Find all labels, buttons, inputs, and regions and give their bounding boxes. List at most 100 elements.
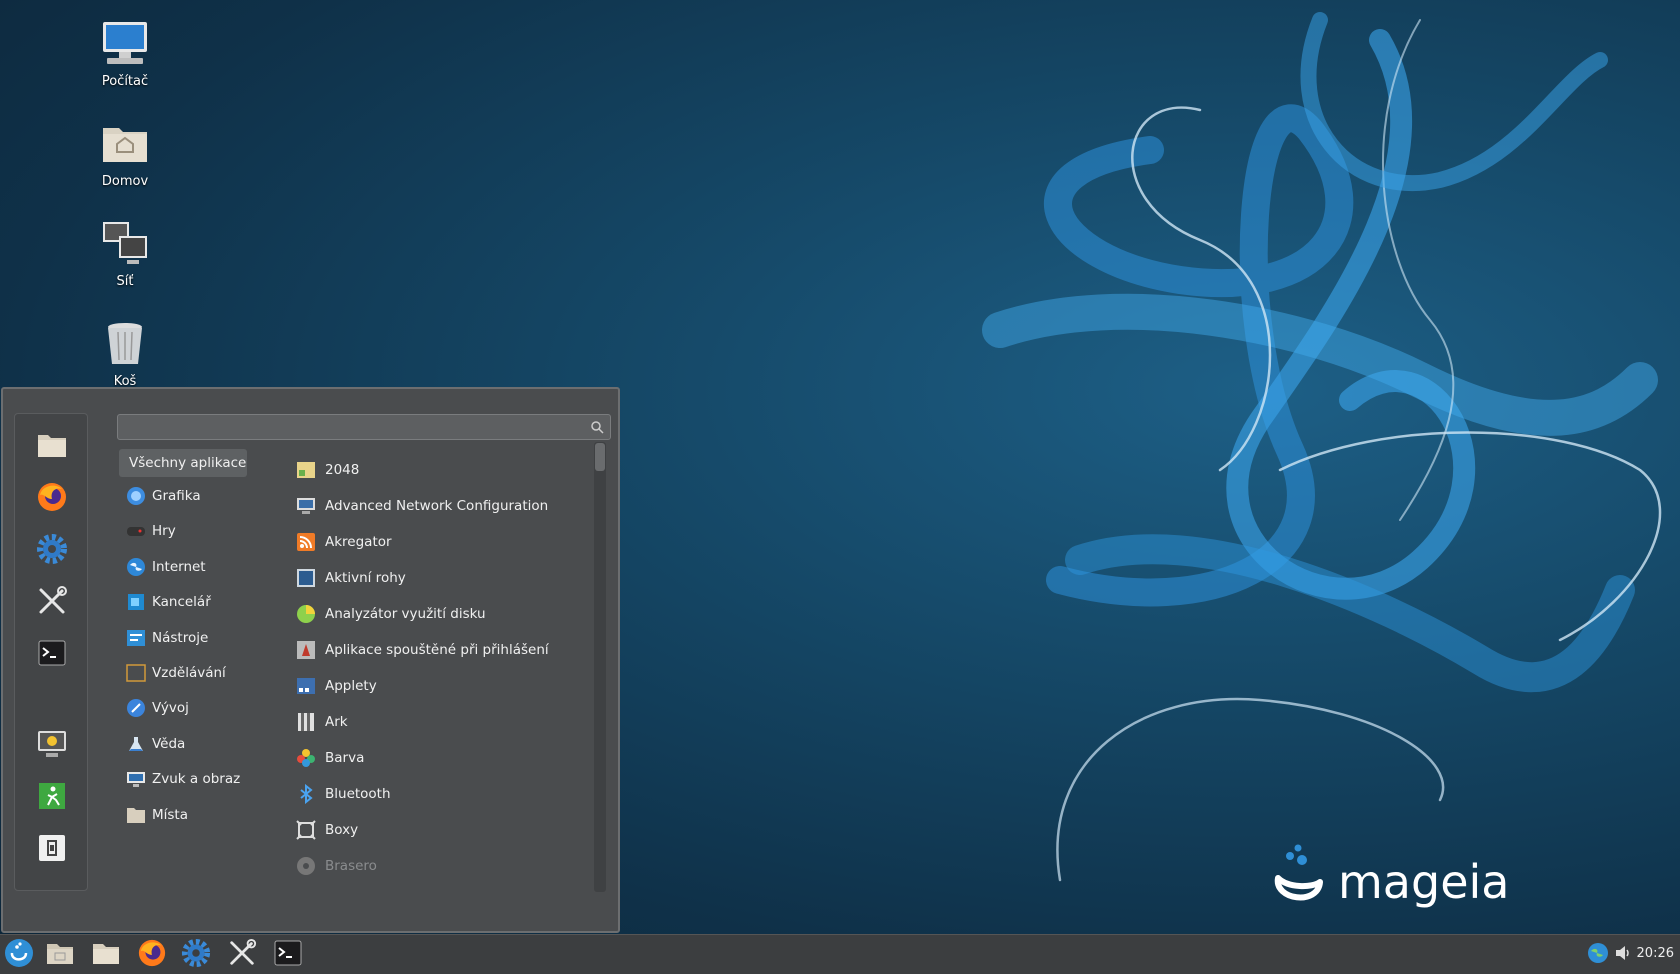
app-label: Bluetooth <box>325 786 391 802</box>
taskbar-tools[interactable] <box>224 938 260 972</box>
tray-volume[interactable] <box>1610 939 1636 971</box>
gamepad-icon <box>125 520 147 542</box>
education-icon <box>125 662 147 684</box>
app-applets[interactable]: Applety <box>295 671 585 701</box>
app-advanced-network-configuration[interactable]: Advanced Network Configuration <box>295 491 585 521</box>
category-graphics[interactable]: Grafika <box>119 482 251 510</box>
app-color[interactable]: Barva <box>295 743 585 773</box>
category-label: Vývoj <box>152 700 189 716</box>
category-science[interactable]: Věda <box>119 730 251 758</box>
search-icon <box>590 420 604 438</box>
taskbar-terminal[interactable] <box>270 939 306 971</box>
boxes-icon <box>295 819 317 841</box>
taskbar-settings[interactable] <box>178 938 214 972</box>
taskbar-files[interactable] <box>88 939 124 971</box>
category-internet[interactable]: Internet <box>119 553 251 581</box>
category-label: Vzdělávání <box>152 665 226 681</box>
favorite-terminal[interactable] <box>34 637 70 673</box>
app-label: Advanced Network Configuration <box>325 498 549 514</box>
rss-icon <box>295 531 317 553</box>
home-folder-icon <box>99 118 151 170</box>
app-ark[interactable]: Ark <box>295 707 585 737</box>
app-brasero[interactable]: Brasero <box>295 851 585 881</box>
app-bluetooth[interactable]: Bluetooth <box>295 779 585 809</box>
desktop-icon-label: Síť <box>116 274 134 289</box>
network-icon <box>99 218 151 270</box>
settings-icon <box>181 938 211 972</box>
desktop-icon-trash[interactable]: Koš <box>80 318 170 389</box>
menu-launcher-button[interactable] <box>1 939 37 971</box>
graphics-icon <box>125 485 147 507</box>
network-config-icon <box>295 495 317 517</box>
favorites-bar <box>14 413 88 891</box>
bluetooth-icon <box>295 783 317 805</box>
mageia-menu-icon <box>4 938 34 972</box>
search-box[interactable] <box>117 414 611 440</box>
network-globe-icon <box>1587 942 1609 968</box>
tray-network[interactable] <box>1584 939 1612 971</box>
category-all-applications[interactable]: Všechny aplikace <box>119 449 247 477</box>
desktop-icon-network[interactable]: Síť <box>80 218 170 289</box>
computer-icon <box>99 18 151 70</box>
category-label: Nástroje <box>152 630 209 646</box>
show-desktop-icon <box>45 940 75 970</box>
applets-icon <box>295 675 317 697</box>
app-list-scrollbar[interactable] <box>594 442 606 892</box>
app-active-corners[interactable]: Aktivní rohy <box>295 563 585 593</box>
scrollbar-thumb[interactable] <box>595 443 605 471</box>
favorite-shutdown[interactable] <box>34 832 70 868</box>
app-label: Barva <box>325 750 365 766</box>
places-folder-icon <box>125 804 147 826</box>
tools-icon <box>227 938 257 972</box>
app-label: Ark <box>325 714 348 730</box>
category-label: Internet <box>152 559 206 575</box>
terminal-icon <box>274 940 302 970</box>
category-label: Grafika <box>152 488 201 504</box>
category-multimedia[interactable]: Zvuk a obraz <box>119 765 251 793</box>
category-games[interactable]: Hry <box>119 517 251 545</box>
app-autostart-applications[interactable]: Aplikace spouštěné při přihlášení <box>295 635 585 665</box>
taskbar-firefox[interactable] <box>134 939 170 971</box>
app-label: Aplikace spouštěné při přihlášení <box>325 642 549 658</box>
favorite-logout[interactable] <box>34 780 70 816</box>
color-icon <box>295 747 317 769</box>
firefox-icon <box>36 481 68 517</box>
category-places[interactable]: Místa <box>119 801 251 829</box>
tools-icon <box>36 585 68 621</box>
app-label: Applety <box>325 678 377 694</box>
desktop-icon-home[interactable]: Domov <box>80 118 170 189</box>
category-label: Zvuk a obraz <box>152 771 241 787</box>
favorite-files[interactable] <box>34 429 70 465</box>
active-corners-icon <box>295 567 317 589</box>
favorite-tools[interactable] <box>34 585 70 621</box>
office-icon <box>125 591 147 613</box>
multimedia-icon <box>125 768 147 790</box>
app-label: Analyzátor využití disku <box>325 606 486 622</box>
search-input[interactable] <box>118 415 610 439</box>
clock[interactable]: 20:26 <box>1637 946 1674 961</box>
utilities-icon <box>125 627 147 649</box>
app-2048[interactable]: 2048 <box>295 455 585 485</box>
favorite-settings[interactable] <box>34 533 70 569</box>
app-label: 2048 <box>325 462 360 478</box>
logout-icon <box>37 781 67 815</box>
science-flask-icon <box>125 733 147 755</box>
app-disk-usage-analyzer[interactable]: Analyzátor využití disku <box>295 599 585 629</box>
brand-text: mageia <box>1338 855 1509 909</box>
app-label: Boxy <box>325 822 359 838</box>
category-development[interactable]: Vývoj <box>119 694 251 722</box>
app-boxes[interactable]: Boxy <box>295 815 585 845</box>
firefox-icon <box>137 938 167 972</box>
category-utilities[interactable]: Nástroje <box>119 624 251 652</box>
app-label: Aktivní rohy <box>325 570 406 586</box>
category-education[interactable]: Vzdělávání <box>119 659 251 687</box>
taskbar-show-desktop[interactable] <box>42 939 78 971</box>
desktop-icon-computer[interactable]: Počítač <box>80 18 170 89</box>
autostart-icon <box>295 639 317 661</box>
favorite-firefox[interactable] <box>34 481 70 517</box>
disk-usage-icon <box>295 603 317 625</box>
lock-screen-icon <box>36 729 68 763</box>
favorite-lock-screen[interactable] <box>34 728 70 764</box>
app-akregator[interactable]: Akregator <box>295 527 585 557</box>
category-office[interactable]: Kancelář <box>119 588 251 616</box>
